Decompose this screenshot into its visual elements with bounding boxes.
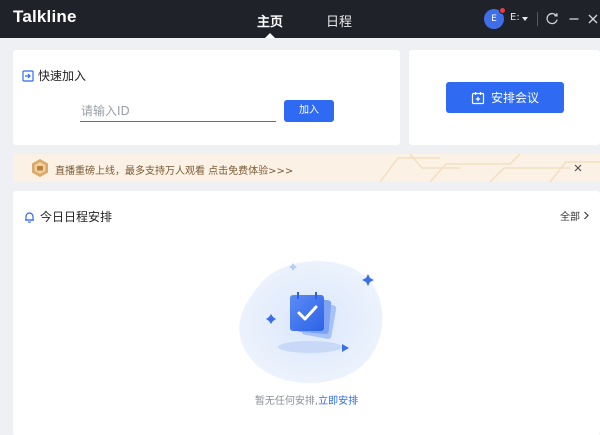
schedule-header: 今日日程安排 bbox=[24, 208, 112, 225]
minimize-icon[interactable] bbox=[566, 11, 582, 27]
meeting-id-input[interactable] bbox=[80, 100, 276, 122]
view-all-link[interactable]: 全部 bbox=[560, 208, 590, 223]
join-button[interactable]: 加入 bbox=[284, 100, 334, 122]
quick-join-header: 快速加入 bbox=[22, 67, 86, 84]
schedule-meeting-panel: 安排会议 bbox=[409, 50, 600, 145]
schedule-now-link[interactable]: 立即安排 bbox=[318, 396, 358, 407]
schedule-meeting-label: 安排会议 bbox=[490, 91, 539, 105]
tab-schedule[interactable]: 日程 bbox=[326, 11, 352, 30]
view-all-label: 全部 bbox=[560, 212, 580, 223]
title-bar: Talkline 主页 日程 E E: bbox=[0, 0, 600, 38]
chevron-down-icon[interactable] bbox=[522, 17, 528, 21]
user-name[interactable]: E: bbox=[510, 12, 520, 23]
promo-banner[interactable]: 直播重磅上线，最多支持万人观看 点击免费体验>>> bbox=[13, 154, 600, 182]
empty-schedule-message: 暂无任何安排,立即安排 bbox=[13, 392, 600, 407]
banner-decoration bbox=[379, 154, 600, 182]
empty-schedule-illustration bbox=[239, 260, 383, 384]
close-icon[interactable] bbox=[585, 11, 600, 27]
notification-dot bbox=[499, 7, 506, 14]
active-tab-indicator bbox=[265, 33, 275, 38]
live-badge-icon bbox=[32, 159, 48, 177]
chevron-right-icon bbox=[584, 211, 589, 220]
schedule-meeting-button[interactable]: 安排会议 bbox=[446, 82, 564, 113]
refresh-icon[interactable] bbox=[544, 11, 560, 27]
quick-join-panel: 快速加入 加入 bbox=[13, 50, 400, 145]
banner-text[interactable]: 直播重磅上线，最多支持万人观看 点击免费体验>>> bbox=[55, 162, 293, 177]
enter-icon bbox=[22, 69, 34, 82]
user-avatar-button[interactable]: E bbox=[484, 7, 506, 29]
schedule-title: 今日日程安排 bbox=[40, 210, 113, 224]
quick-join-title: 快速加入 bbox=[38, 69, 87, 83]
today-schedule-panel: 今日日程安排 全部 暂无任何安排,立即安排 bbox=[13, 191, 600, 435]
bell-icon bbox=[25, 211, 34, 223]
calendar-add-icon bbox=[471, 91, 485, 104]
tab-home[interactable]: 主页 bbox=[257, 11, 283, 30]
empty-schedule-text: 暂无任何安排, bbox=[254, 396, 319, 407]
app-logo: Talkline bbox=[13, 7, 77, 26]
titlebar-divider bbox=[537, 12, 538, 26]
banner-close-icon[interactable] bbox=[572, 162, 584, 174]
